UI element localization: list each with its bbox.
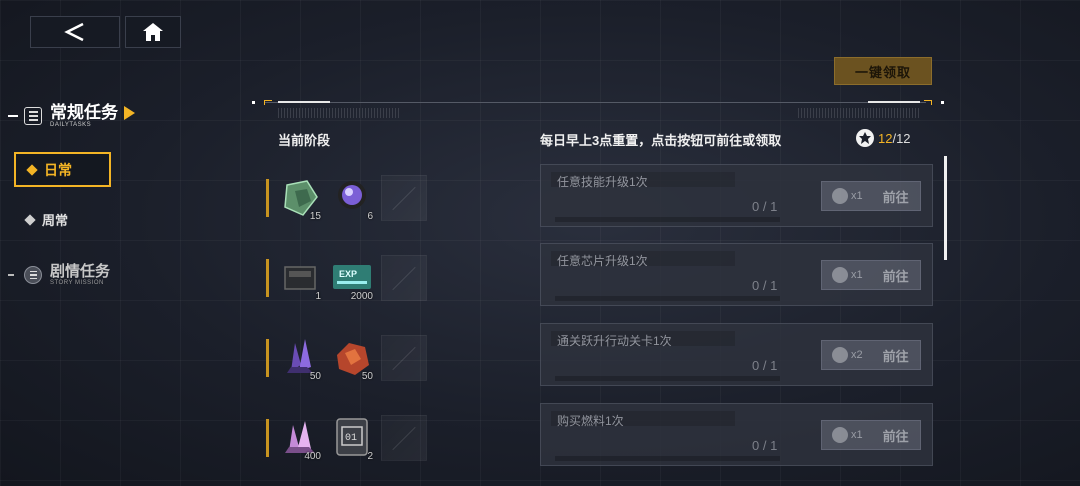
reset-info: 每日早上3点重置，点击按钮可前往或领取 — [540, 133, 782, 148]
task-title: 购买燃料1次 — [557, 414, 624, 428]
nav-regular-tasks[interactable]: 常规任务 DAILYTASKS — [8, 104, 135, 128]
header-divider — [252, 100, 944, 106]
task-progress-bar — [555, 376, 780, 381]
go-button[interactable]: x2 前往 — [821, 340, 921, 370]
nav-dash — [8, 115, 18, 117]
tab-daily[interactable]: 日常 — [14, 152, 111, 187]
task-list-scrollbar[interactable] — [944, 156, 947, 260]
svg-text:EXP: EXP — [339, 269, 357, 279]
go-button-label: 前往 — [882, 189, 909, 205]
tab-weekly-label: 周常 — [42, 213, 69, 228]
task-card: 任意技能升级1次 0 / 1 x1 前往 — [540, 164, 933, 227]
task-title: 任意芯片升级1次 — [557, 254, 648, 268]
go-button-label: 前往 — [882, 428, 909, 444]
purple-crystal-icon[interactable]: 50 — [277, 335, 323, 382]
nav-regular-subtitle: DAILYTASKS — [50, 122, 92, 128]
diamond-icon — [26, 163, 38, 176]
svg-text:01: 01 — [345, 433, 357, 444]
nav-regular-title: 常规任务 — [50, 103, 118, 122]
reward-count: x1 — [851, 429, 863, 441]
back-button[interactable] — [30, 16, 120, 48]
hatch-decoration — [798, 108, 920, 118]
list-icon — [24, 107, 42, 125]
task-title: 通关跃升行动关卡1次 — [557, 334, 672, 348]
go-button-label: 前往 — [882, 348, 909, 364]
tab-daily-label: 日常 — [44, 161, 72, 178]
purple-lens-icon[interactable]: 6 — [329, 175, 375, 222]
task-progress: 0 / 1 — [752, 199, 778, 214]
activity-counter: 12 /12 — [856, 129, 911, 147]
task-progress-bar — [555, 296, 780, 301]
chip-box-icon[interactable]: 1 — [277, 255, 323, 302]
pink-crystal-icon[interactable]: 400 — [277, 415, 323, 462]
green-cube-icon[interactable]: 15 — [277, 175, 323, 222]
activity-token-icon — [832, 267, 848, 283]
empty-slot — [381, 335, 427, 381]
counter-total: /12 — [892, 130, 911, 146]
ticket-01-icon[interactable]: 01 2 — [329, 415, 375, 462]
task-card: 任意芯片升级1次 0 / 1 x1 前往 — [540, 243, 933, 306]
task-card: 通关跃升行动关卡1次 0 / 1 x2 前往 — [540, 323, 933, 386]
activity-token-icon — [832, 427, 848, 443]
activity-token-icon — [832, 188, 848, 204]
empty-slot — [381, 175, 427, 221]
nav-story-title: 剧情任务 — [50, 263, 111, 280]
menu-circle-icon — [24, 266, 42, 284]
red-ore-icon[interactable]: 50 — [329, 335, 375, 382]
reward-count: x1 — [851, 269, 863, 281]
chevron-left-icon — [64, 22, 84, 42]
home-button[interactable] — [125, 16, 181, 48]
go-button-label: 前往 — [882, 268, 909, 284]
stage-row: 15 6 — [266, 174, 433, 222]
task-progress: 0 / 1 — [752, 358, 778, 373]
counter-current: 12 — [878, 130, 893, 146]
stage-header: 当前阶段 — [278, 133, 331, 148]
activity-token-icon — [856, 129, 874, 147]
nav-story-mission[interactable]: 剧情任务 STORY MISSION — [8, 264, 110, 286]
task-progress: 0 / 1 — [752, 278, 778, 293]
go-button[interactable]: x1 前往 — [821, 260, 921, 290]
home-icon — [143, 23, 163, 41]
tab-weekly[interactable]: 周常 — [24, 210, 69, 229]
task-progress: 0 / 1 — [752, 438, 778, 453]
claim-all-button[interactable]: 一键领取 — [834, 57, 932, 85]
triangle-right-icon — [124, 106, 135, 120]
task-progress-bar — [555, 217, 780, 222]
stage-row: 1 EXP 2000 — [266, 254, 433, 302]
task-title: 任意技能升级1次 — [557, 175, 648, 189]
hatch-decoration — [278, 108, 400, 118]
diamond-icon — [24, 213, 36, 226]
reward-count: x1 — [851, 190, 863, 202]
exp-card-icon[interactable]: EXP 2000 — [329, 255, 375, 302]
go-button[interactable]: x1 前往 — [821, 420, 921, 450]
nav-dash — [8, 274, 14, 276]
activity-token-icon — [832, 347, 848, 363]
empty-slot — [381, 255, 427, 301]
go-button[interactable]: x1 前往 — [821, 181, 921, 211]
reward-count: x2 — [851, 349, 863, 361]
nav-story-subtitle: STORY MISSION — [50, 280, 104, 286]
task-progress-bar — [555, 456, 780, 461]
task-card: 购买燃料1次 0 / 1 x1 前往 — [540, 403, 933, 466]
empty-slot — [381, 415, 427, 461]
stage-row: 400 01 2 — [266, 414, 433, 462]
stage-row: 50 50 — [266, 334, 433, 382]
